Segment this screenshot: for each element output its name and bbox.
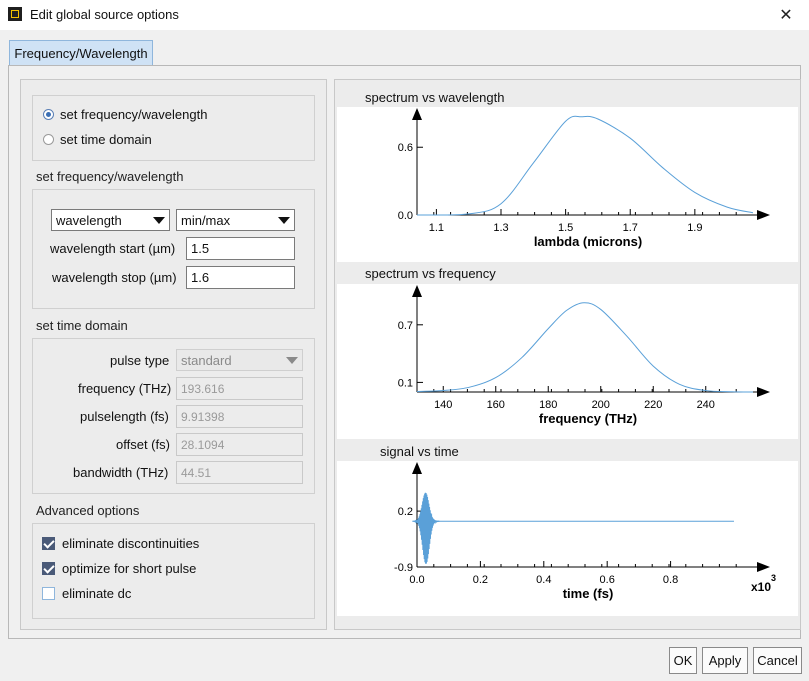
x-axis-label: lambda (microns) [534,234,642,249]
series-pulse [412,492,440,564]
y-axis-arrow [412,108,422,120]
x-tick-label: 0.8 [663,574,678,586]
pulse-type-label: pulse type [110,353,170,368]
time-section-title: set time domain [36,318,128,333]
x-tick-label: 160 [487,399,505,411]
pulselength-field[interactable]: 9.91398 [176,405,303,428]
checkbox[interactable] [42,537,55,550]
bandwidth-label: bandwidth (THz) [73,465,169,480]
checkbox-optimize-short-pulse[interactable]: optimize for short pulse [42,561,196,576]
mode-group [32,95,315,161]
x-axis-arrow [757,387,770,397]
x-tick-label: 220 [644,399,662,411]
bandwidth-field[interactable]: 44.51 [176,461,303,484]
x-tick-label: 1.9 [687,222,702,234]
y-tick-label: 0.2 [398,506,413,518]
radio-button[interactable] [43,109,54,120]
x-tick-label: 0.6 [600,574,615,586]
frequency-label: frequency (THz) [78,381,172,396]
y-tick-label: -0.9 [394,562,413,574]
radio-label: set frequency/wavelength [60,107,208,122]
x-tick-label: 1.1 [429,222,444,234]
checkbox-eliminate-discontinuities[interactable]: eliminate discontinuities [42,536,199,551]
radio-set-time-domain[interactable]: set time domain [43,132,152,147]
x-tick-label: 240 [697,399,715,411]
radio-set-frequency[interactable]: set frequency/wavelength [43,107,207,122]
radio-button[interactable] [43,134,54,145]
series-line [416,115,754,216]
chart-spectrum-vs-wavelength: 1.1 1.3 1.5 1.7 1.9 0.0 0.6 lambda (microns) [398,108,770,249]
y-axis-arrow [412,285,422,297]
chevron-down-icon [153,217,165,224]
x-tick-label: 180 [539,399,557,411]
close-icon[interactable]: ✕ [770,3,802,27]
range-select-value: min/max [181,212,231,228]
x-tick-label: 200 [592,399,610,411]
x-tick-label: 1.5 [558,222,573,234]
radio-label: set time domain [60,132,152,147]
series-line [416,302,754,393]
x-axis-arrow [757,210,770,220]
advanced-title: Advanced options [36,503,140,518]
pulselength-label: pulselength (fs) [80,409,169,424]
x-tick-label: 0.4 [536,574,551,586]
x-axis-label: time (fs) [563,586,614,601]
y-tick-label: 0.7 [398,320,413,332]
plot-title-frequency: spectrum vs frequency [365,266,496,281]
type-select[interactable]: wavelength [51,209,170,231]
x-axis-arrow [757,562,770,572]
wavelength-stop-input[interactable]: 1.6 [186,266,295,289]
chevron-down-icon [286,357,298,364]
app-icon [8,7,22,21]
checkbox[interactable] [42,562,55,575]
type-select-value: wavelength [56,212,122,228]
plot-title-wavelength: spectrum vs wavelength [365,90,505,105]
wavelength-start-input[interactable]: 1.5 [186,237,295,260]
pulse-type-value: standard [181,352,232,368]
x-tick-label: 1.7 [623,222,638,234]
y-axis-arrow [412,462,422,474]
x-multiplier-label: x10 [751,580,771,594]
freq-section-title: set frequency/wavelength [36,169,184,184]
plot-title-signal: signal vs time [380,444,459,459]
checkbox-label: eliminate dc [62,586,132,601]
apply-button[interactable]: Apply [702,647,748,674]
chevron-down-icon [278,217,290,224]
window-title: Edit global source options [30,7,179,22]
pulse-type-select[interactable]: standard [176,349,303,371]
y-tick-label: 0.6 [398,142,413,154]
y-tick-label: 0.1 [398,377,413,389]
x-tick-label: 140 [434,399,452,411]
wavelength-stop-label: wavelength stop (µm) [52,270,177,285]
range-select[interactable]: min/max [176,209,295,231]
x-axis-label: frequency (THz) [539,411,637,426]
frequency-field[interactable]: 193.616 [176,377,303,400]
checkbox[interactable] [42,587,55,600]
x-tick-label: 1.3 [493,222,508,234]
tab-frequency-wavelength[interactable]: Frequency/Wavelength [9,40,153,66]
offset-field[interactable]: 28.1094 [176,433,303,456]
cancel-button[interactable]: Cancel [753,647,802,674]
y-tick-label: 0.0 [398,210,413,222]
chart-spectrum-vs-frequency: 140 160 180 200 220 240 0.1 0.7 frequency (THz) [398,285,770,426]
offset-label: offset (fs) [116,437,170,452]
checkbox-label: eliminate discontinuities [62,536,200,551]
x-tick-label: 0.2 [473,574,488,586]
checkbox-label: optimize for short pulse [62,561,197,576]
wavelength-start-label: wavelength start (µm) [50,241,176,256]
x-tick-label: 0.0 [409,574,424,586]
chart-signal-vs-time: 0.0 0.2 0.4 0.6 0.8 0.2 -0.9 time (fs) x103 [394,462,776,601]
checkbox-eliminate-dc[interactable]: eliminate dc [42,586,131,601]
x-multiplier-exponent: 3 [771,573,776,583]
ok-button[interactable]: OK [669,647,697,674]
